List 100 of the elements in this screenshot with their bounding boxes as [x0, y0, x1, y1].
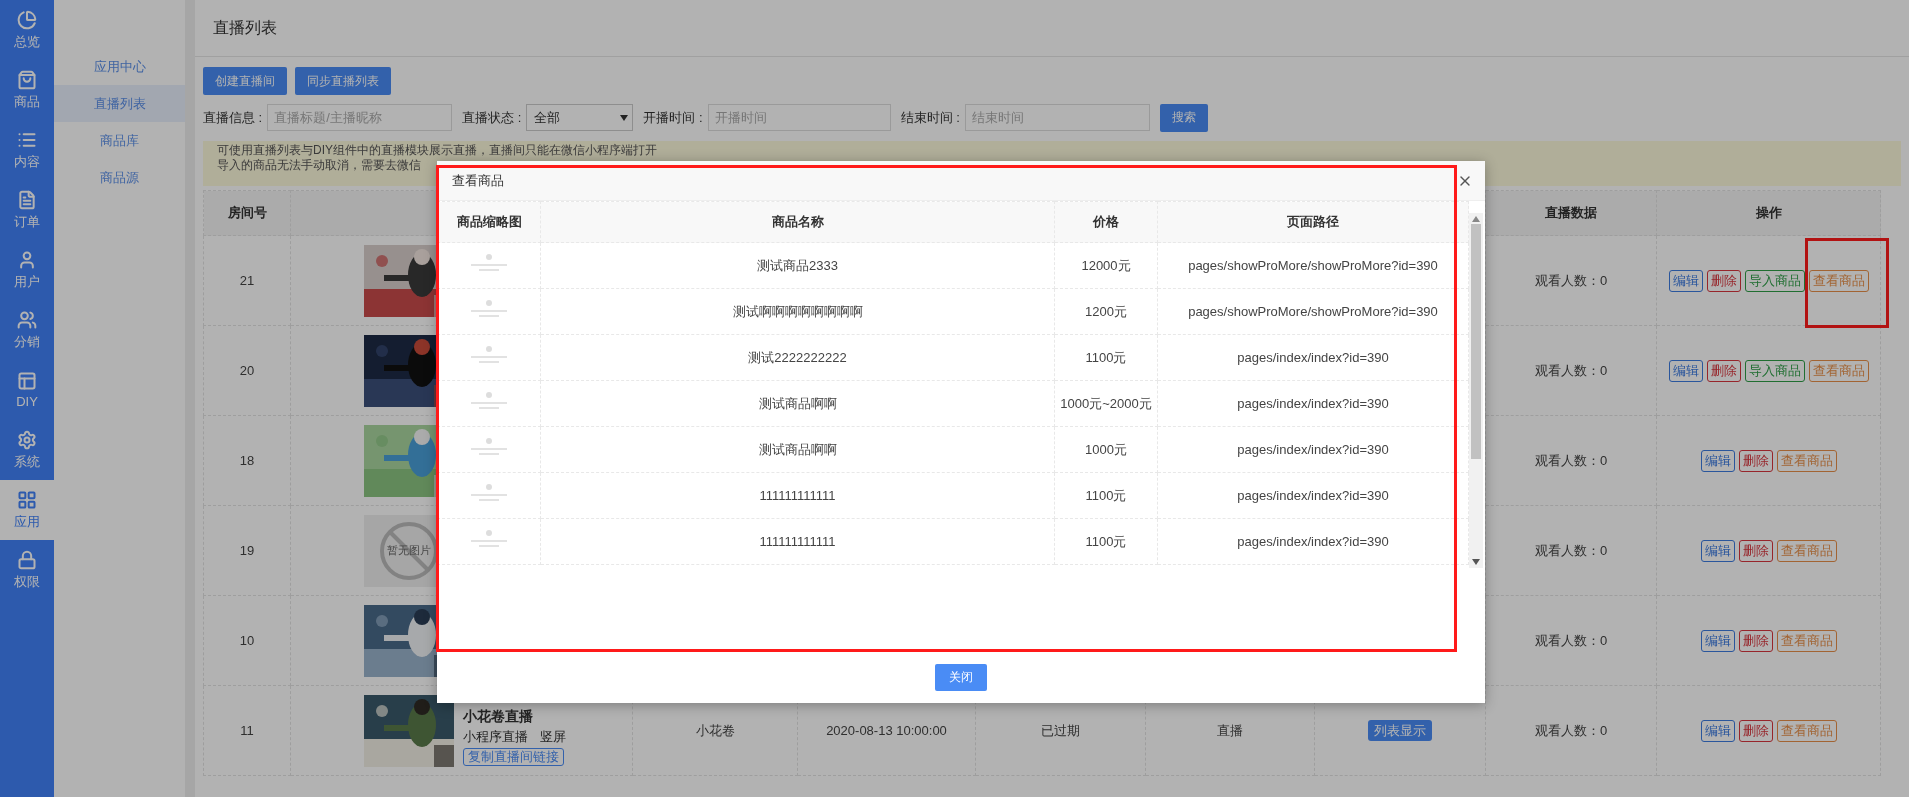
column-header: 价格	[1054, 201, 1158, 243]
edit-button[interactable]: 编辑	[1668, 359, 1703, 382]
column-header: 商品缩略图	[437, 201, 541, 243]
status-dropdown[interactable]: 全部	[526, 104, 634, 131]
sidebar-item[interactable]: 应用	[0, 480, 54, 540]
table-cell: 1100元	[1085, 349, 1127, 365]
settings-icon	[17, 429, 37, 450]
table-cell: pages/showProMore/showProMore?id=390	[1188, 258, 1438, 273]
table-cell: 观看人数：0	[1534, 632, 1608, 648]
live-tag: 小程序直播	[463, 727, 528, 746]
sidebar-item[interactable]: 商品	[0, 60, 54, 120]
sidebar-item[interactable]: 分销	[0, 300, 54, 360]
sidebar-item[interactable]: DIY	[0, 360, 54, 420]
column-header: 直播数据	[1485, 190, 1657, 236]
table-cell: 2020-08-13 10:00:00	[826, 723, 947, 738]
table-cell: 小花卷	[695, 722, 735, 738]
delete-button[interactable]: 删除	[1738, 449, 1773, 472]
table-cell: 观看人数：0	[1534, 362, 1608, 378]
column-header: 页面路径	[1157, 201, 1469, 243]
scrollbar[interactable]	[1469, 213, 1483, 568]
table-cell: 1000元	[1085, 441, 1127, 457]
users-icon	[17, 309, 37, 330]
placeholder-text: 暂无图片	[387, 543, 431, 558]
import-button[interactable]: 导入商品	[1744, 359, 1805, 382]
view-button[interactable]: 查看商品	[1776, 449, 1837, 472]
column-header: 操作	[1656, 190, 1881, 236]
close-button[interactable]: 关闭	[935, 664, 987, 691]
delete-button[interactable]: 删除	[1738, 629, 1773, 652]
submenu-item[interactable]: 商品库	[54, 122, 185, 159]
notice-text: 导入的商品无法手动取消，需要去微信	[217, 158, 421, 173]
scroll-up-icon[interactable]	[1472, 216, 1480, 222]
caret-icon	[620, 114, 629, 121]
toolbar-button[interactable]: 同步直播列表	[295, 67, 391, 95]
table-cell: 111111111111	[759, 488, 836, 503]
delete-button[interactable]: 删除	[1706, 359, 1741, 382]
edit-button[interactable]: 编辑	[1700, 449, 1735, 472]
table-cell: 测试商品2333	[757, 257, 838, 273]
sidebar-item[interactable]: 订单	[0, 180, 54, 240]
sidebar-item[interactable]: 内容	[0, 120, 54, 180]
filter-label: 直播状态 :	[462, 108, 522, 127]
view-button[interactable]: 查看商品	[1776, 539, 1837, 562]
sidebar-item[interactable]: 权限	[0, 540, 54, 600]
table-cell: pages/index/index?id=390	[1237, 442, 1389, 457]
toolbar-button[interactable]: 创建直播间	[203, 67, 287, 95]
sidebar-item[interactable]: 总览	[0, 0, 54, 60]
pie-chart-icon	[17, 9, 37, 30]
delete-button[interactable]: 删除	[1738, 719, 1773, 742]
modal-title: 查看商品	[452, 171, 504, 190]
table-cell: 21	[239, 273, 255, 288]
delete-button[interactable]: 删除	[1706, 269, 1741, 292]
table-cell: pages/showProMore/showProMore?id=390	[1188, 304, 1438, 319]
edit-button[interactable]: 编辑	[1668, 269, 1703, 292]
table-cell: 1000元~2000元	[1060, 395, 1152, 411]
table-cell: 观看人数：0	[1534, 542, 1608, 558]
sidebar-item[interactable]: 用户	[0, 240, 54, 300]
sidebar-item[interactable]: 系统	[0, 420, 54, 480]
table-cell: 观看人数：0	[1534, 272, 1608, 288]
table-cell: pages/index/index?id=390	[1237, 350, 1389, 365]
table-cell: 19	[239, 543, 255, 558]
column-header: 商品名称	[540, 201, 1055, 243]
filter-label: 直播信息 :	[203, 108, 263, 127]
display-badge: 列表显示	[1368, 719, 1432, 741]
edit-button[interactable]: 编辑	[1700, 539, 1735, 562]
table-cell: 20	[239, 363, 255, 378]
table-cell: 测试2222222222	[748, 349, 847, 365]
table-cell: 测试商品啊啊	[758, 441, 837, 457]
view-button[interactable]: 查看商品	[1776, 629, 1837, 652]
table-cell: 观看人数：0	[1534, 452, 1608, 468]
live-title: 小花卷直播	[463, 707, 533, 726]
table-cell: pages/index/index?id=390	[1237, 396, 1389, 411]
view-button[interactable]: 查看商品	[1776, 719, 1837, 742]
edit-button[interactable]: 编辑	[1700, 719, 1735, 742]
table-cell: 已过期	[1041, 722, 1080, 738]
view-button[interactable]: 查看商品	[1808, 269, 1869, 292]
table-cell: 12000元	[1081, 257, 1131, 273]
view-button[interactable]: 查看商品	[1808, 359, 1869, 382]
import-button[interactable]: 导入商品	[1744, 269, 1805, 292]
filter-label: 结束时间 :	[900, 108, 960, 127]
table-cell: pages/index/index?id=390	[1237, 534, 1389, 549]
notice-text: 可使用直播列表与DIY组件中的直播模块展示直播，直播间只能在微信小程序端打开	[217, 143, 657, 158]
date-field[interactable]: 结束时间	[964, 104, 1150, 131]
copy-link-button[interactable]: 复制直播间链接	[463, 747, 564, 766]
search-button[interactable]: 搜索	[1159, 103, 1208, 132]
table-cell: 111111111111	[759, 534, 836, 549]
shopping-bag-icon	[17, 69, 37, 90]
table-cell: 测试商品啊啊	[758, 395, 837, 411]
submenu-item[interactable]: 应用中心	[54, 48, 185, 85]
date-field[interactable]: 开播时间	[707, 104, 891, 131]
scroll-down-icon[interactable]	[1472, 559, 1480, 565]
user-icon	[17, 249, 37, 270]
table-cell: 18	[239, 453, 255, 468]
table-cell: 1100元	[1085, 533, 1127, 549]
lock-icon	[17, 549, 37, 570]
submenu-item[interactable]: 商品源	[54, 159, 185, 196]
edit-button[interactable]: 编辑	[1700, 629, 1735, 652]
live-tag: 竖屏	[540, 727, 566, 746]
column-header: 房间号	[203, 190, 291, 236]
delete-button[interactable]: 删除	[1738, 539, 1773, 562]
grid-icon	[17, 489, 37, 510]
submenu-item[interactable]: 直播列表	[54, 85, 185, 122]
